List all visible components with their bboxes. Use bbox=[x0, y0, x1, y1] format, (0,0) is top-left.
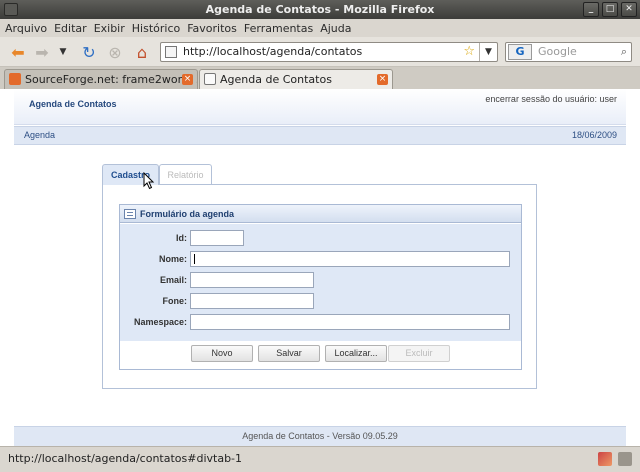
excluir-button[interactable]: Excluir bbox=[388, 345, 450, 362]
namespace-label: Namespace: bbox=[133, 317, 187, 327]
menu-editar[interactable]: Editar bbox=[54, 22, 87, 35]
salvar-button[interactable]: Salvar bbox=[258, 345, 320, 362]
resize-grip-icon[interactable] bbox=[618, 452, 632, 466]
breadcrumb: Agenda 18/06/2009 bbox=[14, 126, 626, 145]
id-field[interactable] bbox=[190, 230, 244, 246]
logout-link[interactable]: encerrar sessão do usuário: user bbox=[485, 94, 617, 104]
breadcrumb-agenda[interactable]: Agenda bbox=[24, 127, 55, 144]
page-content: Agenda de Contatos encerrar sessão do us… bbox=[0, 89, 640, 446]
maximize-icon[interactable]: □ bbox=[602, 2, 618, 17]
email-field[interactable] bbox=[190, 272, 314, 288]
fone-label: Fone: bbox=[162, 296, 188, 306]
nome-label: Nome: bbox=[158, 254, 187, 264]
url-text: http://localhost/agenda/contatos bbox=[183, 45, 363, 58]
reload-icon[interactable]: ↻ bbox=[78, 41, 100, 63]
bookmark-star-icon[interactable]: ☆ bbox=[463, 43, 475, 61]
tab-close-icon[interactable]: × bbox=[182, 74, 193, 85]
nome-field[interactable] bbox=[190, 251, 510, 267]
menu-bar: Arquivo Editar Exibir Histórico Favorito… bbox=[0, 19, 640, 37]
window-menu-icon[interactable] bbox=[4, 3, 18, 16]
tab-close-icon[interactable]: × bbox=[377, 74, 388, 85]
id-label: Id: bbox=[176, 233, 187, 243]
url-bar[interactable]: http://localhost/agenda/contatos ☆ ▼ bbox=[160, 42, 498, 62]
menu-historico[interactable]: Histórico bbox=[132, 22, 180, 35]
localizar-button[interactable]: Localizar... bbox=[325, 345, 387, 362]
search-box[interactable]: G Google ⌕ bbox=[505, 42, 632, 62]
current-date: 18/06/2009 bbox=[571, 130, 617, 140]
forward-icon[interactable]: ➡ bbox=[32, 41, 52, 63]
menu-ajuda[interactable]: Ajuda bbox=[320, 22, 351, 35]
home-icon[interactable]: ⌂ bbox=[130, 41, 154, 63]
tab-relatorio[interactable]: Relatório bbox=[159, 164, 212, 184]
window-titlebar: Agenda de Contatos - Mozilla Firefox _ □… bbox=[0, 0, 640, 19]
form-body: Id: Nome: Email: Fone: Namespace: bbox=[120, 224, 521, 341]
form-header: Formulário da agenda bbox=[120, 205, 521, 223]
menu-arquivo[interactable]: Arquivo bbox=[5, 22, 47, 35]
browser-tab-sourceforge[interactable]: SourceForge.net: frame2work: ... × bbox=[4, 69, 198, 89]
form-buttons: Novo Salvar Localizar... Excluir bbox=[120, 341, 521, 369]
menu-favoritos[interactable]: Favoritos bbox=[187, 22, 237, 35]
form-icon bbox=[124, 209, 136, 219]
tab-label: Agenda de Contatos bbox=[220, 73, 332, 86]
search-engine-icon[interactable]: G bbox=[508, 44, 532, 60]
close-icon[interactable]: ✕ bbox=[621, 2, 637, 17]
minimize-icon[interactable]: _ bbox=[583, 2, 599, 17]
navigation-toolbar: ⬅ ➡ ▼ ↻ ⊗ ⌂ http://localhost/agenda/cont… bbox=[0, 37, 640, 67]
search-icon[interactable]: ⌕ bbox=[621, 43, 627, 61]
form-title: Formulário da agenda bbox=[140, 209, 235, 219]
menu-ferramentas[interactable]: Ferramentas bbox=[244, 22, 313, 35]
app-title: Agenda de Contatos bbox=[29, 99, 117, 109]
namespace-field[interactable] bbox=[190, 314, 510, 330]
tab-label: SourceForge.net: frame2work: ... bbox=[25, 73, 198, 86]
fone-field[interactable] bbox=[190, 293, 314, 309]
search-placeholder: Google bbox=[538, 45, 577, 58]
page-favicon-icon bbox=[204, 73, 216, 85]
mouse-cursor-icon bbox=[143, 172, 155, 190]
text-caret bbox=[194, 254, 195, 264]
stop-icon[interactable]: ⊗ bbox=[104, 41, 126, 63]
agenda-form: Formulário da agenda Id: Nome: Email: Fo… bbox=[119, 204, 522, 370]
url-dropdown-icon[interactable]: ▼ bbox=[479, 43, 497, 61]
history-dropdown-icon[interactable]: ▼ bbox=[56, 41, 70, 63]
app-header: Agenda de Contatos encerrar sessão do us… bbox=[14, 89, 626, 125]
browser-tab-agenda[interactable]: Agenda de Contatos × bbox=[199, 69, 393, 89]
addon-icon[interactable] bbox=[598, 452, 612, 466]
tab-panel: Formulário da agenda Id: Nome: Email: Fo… bbox=[102, 184, 537, 389]
sourceforge-favicon-icon bbox=[9, 73, 21, 85]
page-favicon-icon bbox=[165, 46, 177, 58]
browser-tab-bar: SourceForge.net: frame2work: ... × Agend… bbox=[0, 67, 640, 89]
window-title: Agenda de Contatos - Mozilla Firefox bbox=[205, 3, 435, 16]
status-bar: http://localhost/agenda/contatos#divtab-… bbox=[0, 446, 640, 472]
menu-exibir[interactable]: Exibir bbox=[94, 22, 125, 35]
app-footer: Agenda de Contatos - Versão 09.05.29 bbox=[14, 426, 626, 446]
status-text: http://localhost/agenda/contatos#divtab-… bbox=[8, 452, 243, 465]
novo-button[interactable]: Novo bbox=[191, 345, 253, 362]
email-label: Email: bbox=[159, 275, 187, 285]
back-icon[interactable]: ⬅ bbox=[6, 41, 30, 63]
